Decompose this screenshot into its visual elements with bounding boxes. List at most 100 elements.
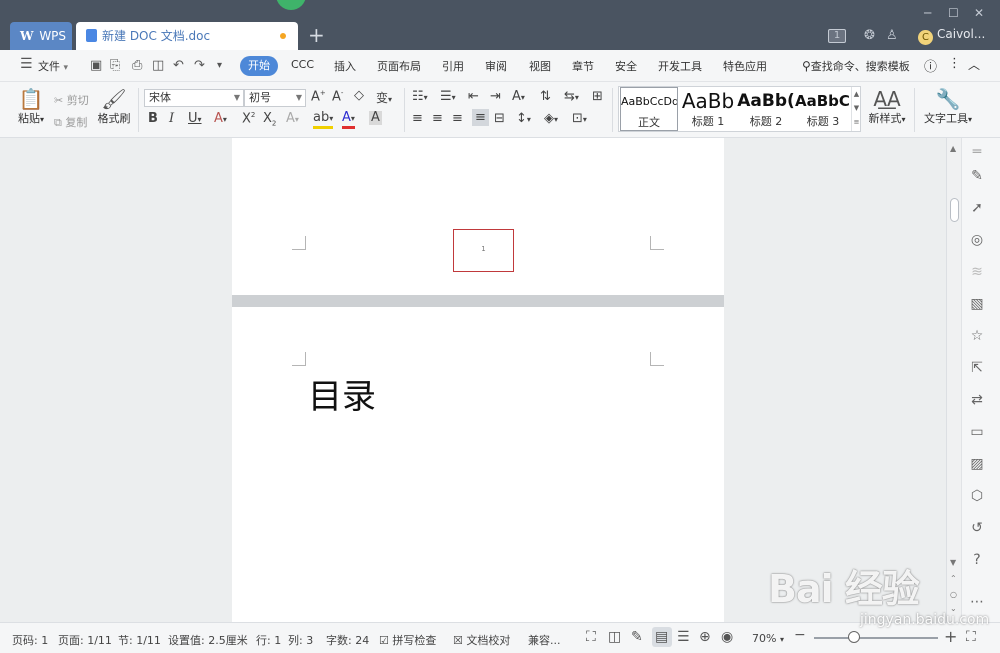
strikethrough-icon[interactable]: A▾	[214, 111, 227, 126]
copy-button[interactable]: ⧉ 复制	[54, 114, 87, 130]
skin-icon[interactable]: ❂	[864, 28, 875, 43]
backup-icon[interactable]: ⬡	[967, 488, 987, 504]
phonetic-guide-icon[interactable]: 变▾	[376, 89, 392, 106]
star-icon[interactable]: ☆	[967, 328, 987, 344]
subscript-icon[interactable]: X2	[263, 111, 276, 128]
decrease-font-icon[interactable]: A-	[332, 89, 343, 104]
font-color-icon[interactable]: A▾	[342, 111, 355, 129]
new-tab-button[interactable]: +	[308, 24, 325, 46]
spell-check-button[interactable]: ☑ 拼写检查	[379, 632, 436, 648]
shirt-icon[interactable]: ♙	[886, 28, 898, 43]
tab-chapter[interactable]: 章节	[572, 58, 594, 74]
font-name-select[interactable]: 宋体 ▼	[144, 89, 244, 107]
read-mode-icon[interactable]: ◫	[608, 629, 621, 645]
history-icon[interactable]: ↺	[967, 520, 987, 536]
page-2[interactable]: 目录	[232, 307, 724, 622]
tab-review[interactable]: 审阅	[485, 58, 507, 74]
maximize-button[interactable]: ☐	[948, 6, 959, 20]
hamburger-icon[interactable]: ☰	[20, 56, 33, 72]
file-menu[interactable]: 文件 ▾	[38, 58, 68, 74]
text-tools-button[interactable]: 🔧 文字工具▾	[920, 88, 976, 126]
page-1[interactable]: 1	[232, 138, 724, 295]
chinese-layout-icon[interactable]: A▾	[512, 89, 525, 104]
tab-insert[interactable]: 插入	[334, 58, 356, 74]
document-tab[interactable]: 新建 DOC 文档.doc	[76, 22, 298, 50]
outline-view-icon[interactable]: ☰	[677, 629, 690, 645]
character-shading-icon[interactable]: A	[369, 111, 382, 125]
numbered-list-icon[interactable]: ☰▾	[440, 89, 456, 104]
status-setting[interactable]: 设置值: 2.5厘米	[168, 632, 248, 648]
print-preview-icon[interactable]: ◫	[152, 58, 164, 73]
shapes-icon[interactable]: ◎	[967, 232, 987, 248]
page-view-icon[interactable]: ▤	[655, 629, 668, 645]
redo-icon[interactable]: ↷	[194, 58, 205, 73]
highlight-icon[interactable]: ab▾	[313, 111, 334, 129]
tab-ccc[interactable]: CCC	[291, 58, 314, 71]
tab-special[interactable]: 特色应用	[723, 58, 767, 74]
pen-icon[interactable]: ✎	[967, 168, 987, 184]
doc-proof-button[interactable]: ☒ 文档校对	[453, 632, 510, 648]
new-style-button[interactable]: A͟A 新样式▾	[864, 88, 910, 126]
shading-icon[interactable]: ◈▾	[544, 111, 558, 126]
increase-indent-icon[interactable]: ⇥	[490, 89, 501, 104]
style-heading-1[interactable]: AaBb 标题 1	[679, 87, 737, 131]
table-borders-icon[interactable]: ⊞	[592, 89, 603, 104]
web-view-icon[interactable]: ⊕	[699, 629, 711, 645]
style-heading-3[interactable]: AaBbC( 标题 3	[795, 87, 851, 131]
user-account[interactable]: C Caivol...	[918, 27, 985, 45]
borders-icon[interactable]: ⊡▾	[572, 111, 587, 126]
command-search[interactable]: ⚲查找命令、搜索模板	[802, 58, 910, 74]
gallery-icon[interactable]: ▧	[967, 296, 987, 312]
image-icon[interactable]: ▨	[967, 456, 987, 472]
line-spacing-icon[interactable]: ↕▾	[516, 111, 531, 126]
text-effect-icon[interactable]: A▾	[286, 111, 299, 126]
font-size-select[interactable]: 初号 ▼	[244, 89, 306, 107]
style-gallery-scroll[interactable]: ▲ ▼ ≡	[851, 87, 861, 131]
floating-ball-icon[interactable]	[276, 0, 306, 10]
clear-format-icon[interactable]: ◇	[354, 88, 364, 103]
paste-button[interactable]: 📋 粘贴▾	[14, 88, 48, 126]
export-icon[interactable]: ⎘	[110, 58, 120, 73]
wps-home-tab[interactable]: W WPS	[10, 22, 72, 50]
superscript-icon[interactable]: X2	[242, 111, 255, 126]
tab-security[interactable]: 安全	[615, 58, 637, 74]
cursor-icon[interactable]: ➚	[967, 200, 987, 216]
eye-protection-icon[interactable]: ◉	[721, 629, 733, 645]
style-heading-2[interactable]: AaBb( 标题 2	[737, 87, 795, 131]
increase-font-icon[interactable]: A+	[311, 89, 326, 104]
status-page[interactable]: 页面: 1/11	[58, 632, 112, 648]
status-page-code[interactable]: 页码: 1	[12, 632, 48, 648]
bullet-list-icon[interactable]: ☷▾	[412, 89, 428, 104]
fullscreen-icon[interactable]: ⛶	[586, 629, 596, 645]
tab-view[interactable]: 视图	[529, 58, 551, 74]
tab-home[interactable]: 开始	[240, 56, 278, 76]
sort-icon[interactable]: ⇅	[540, 89, 551, 104]
more-options-icon[interactable]: ⋮	[948, 56, 961, 71]
tab-developer[interactable]: 开发工具	[658, 58, 702, 74]
tab-references[interactable]: 引用	[442, 58, 464, 74]
justify-icon[interactable]: ≡	[472, 109, 489, 126]
cut-button[interactable]: ✂ 剪切	[54, 92, 89, 108]
save-icon[interactable]: ▣	[90, 58, 102, 73]
align-right-icon[interactable]: ≡	[452, 111, 463, 126]
show-hide-marks-icon[interactable]: ⇆▾	[564, 89, 579, 104]
align-left-icon[interactable]: ≡	[412, 111, 423, 126]
underline-icon[interactable]: U▾	[188, 111, 202, 126]
compat-mode[interactable]: 兼容...	[528, 632, 561, 648]
style-normal[interactable]: AaBbCcDd 正文	[620, 87, 678, 131]
customize-icon[interactable]: ▾	[217, 60, 222, 71]
format-painter-button[interactable]: 🖌 格式刷	[96, 88, 132, 126]
share-icon[interactable]: ⇱	[967, 360, 987, 376]
close-button[interactable]: ✕	[974, 6, 984, 20]
archive-icon[interactable]: ▭	[967, 424, 987, 440]
undo-icon[interactable]: ↶	[173, 58, 184, 73]
print-icon[interactable]: ⎙	[132, 58, 142, 73]
tab-page-layout[interactable]: 页面布局	[377, 58, 421, 74]
status-word-count[interactable]: 字数: 24	[326, 632, 369, 648]
bold-icon[interactable]: B	[148, 111, 158, 126]
distributed-icon[interactable]: ⊟	[494, 111, 505, 126]
status-col[interactable]: 列: 3	[288, 632, 313, 648]
status-row[interactable]: 行: 1	[256, 632, 281, 648]
italic-icon[interactable]: I	[169, 111, 174, 126]
minimize-button[interactable]: ─	[924, 6, 931, 20]
